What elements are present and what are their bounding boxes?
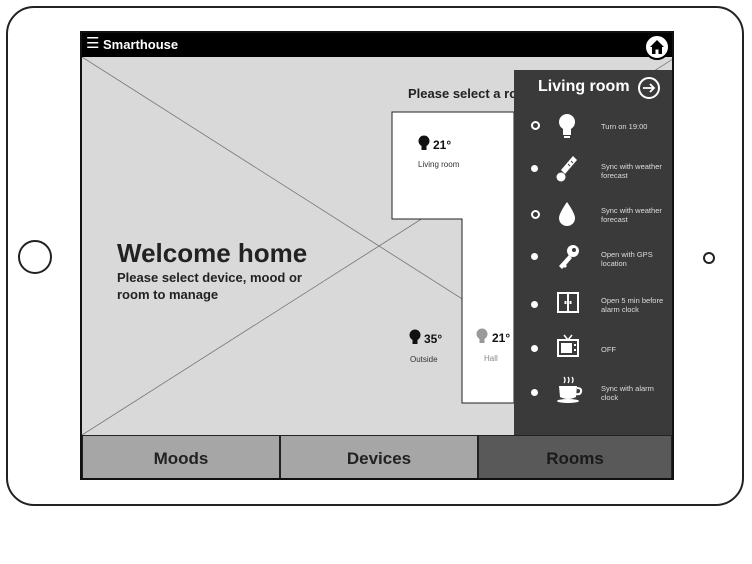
window-icon <box>557 292 579 313</box>
bottom-tab-bar: Moods Devices Rooms <box>82 435 672 478</box>
thermometer-icon <box>556 156 577 182</box>
room-temp: 21° <box>492 331 511 345</box>
device-row-text: Sync with weather forecast <box>601 206 662 224</box>
tab-rooms[interactable]: Rooms <box>478 435 672 478</box>
light-bulb-icon <box>409 329 421 344</box>
panel-title: Living room <box>538 78 630 95</box>
room-label: Outside <box>410 355 438 364</box>
light-bulb-icon <box>476 328 488 343</box>
device-radio[interactable] <box>531 121 540 130</box>
device-row-coffee[interactable]: Sync with alarm clock <box>514 370 672 414</box>
device-row-text: Sync with alarm clock <box>601 384 654 402</box>
device-row-text: Open with GPS location <box>601 250 653 268</box>
room-temp: 21° <box>433 138 452 152</box>
device-row-water[interactable]: Sync with weather forecast <box>514 194 672 238</box>
room-label: Hall <box>484 354 498 363</box>
device-row-text: Open 5 min before alarm clock <box>601 296 664 314</box>
arrow-right-icon[interactable] <box>638 77 660 99</box>
tablet-camera <box>703 252 715 264</box>
device-radio[interactable] <box>531 345 538 352</box>
room-device-panel: Living room Turn on 19:00 Sync with weat… <box>514 70 672 435</box>
device-row-light[interactable]: Turn on 19:00 <box>514 106 672 150</box>
tablet-home-button[interactable] <box>18 240 52 274</box>
device-radio[interactable] <box>531 301 538 308</box>
device-row-text: Turn on 19:00 <box>601 122 648 131</box>
device-row-lock[interactable]: Open with GPS location <box>514 238 672 282</box>
coffee-cup-icon <box>557 376 583 403</box>
device-radio[interactable] <box>531 253 538 260</box>
app-screen: ☰ Smarthouse Welcome home Please select … <box>80 31 674 480</box>
water-drop-icon <box>559 202 575 226</box>
light-bulb-icon <box>559 114 575 138</box>
tab-devices[interactable]: Devices <box>280 435 478 478</box>
device-radio[interactable] <box>531 389 538 396</box>
device-row-text: Sync with weather forecast <box>601 162 662 180</box>
device-row-thermometer[interactable]: Sync with weather forecast <box>514 150 672 194</box>
device-radio[interactable] <box>531 165 538 172</box>
key-icon <box>559 245 579 269</box>
tab-moods[interactable]: Moods <box>82 435 280 478</box>
device-row-text: OFF <box>601 345 616 354</box>
device-row-window[interactable]: Open 5 min before alarm clock <box>514 282 672 326</box>
device-radio[interactable] <box>531 210 540 219</box>
tv-icon <box>557 334 579 357</box>
device-row-tv[interactable]: OFF <box>514 326 672 370</box>
light-bulb-icon <box>418 135 430 150</box>
room-temp: 35° <box>424 332 443 346</box>
room-label: Living room <box>418 160 460 169</box>
